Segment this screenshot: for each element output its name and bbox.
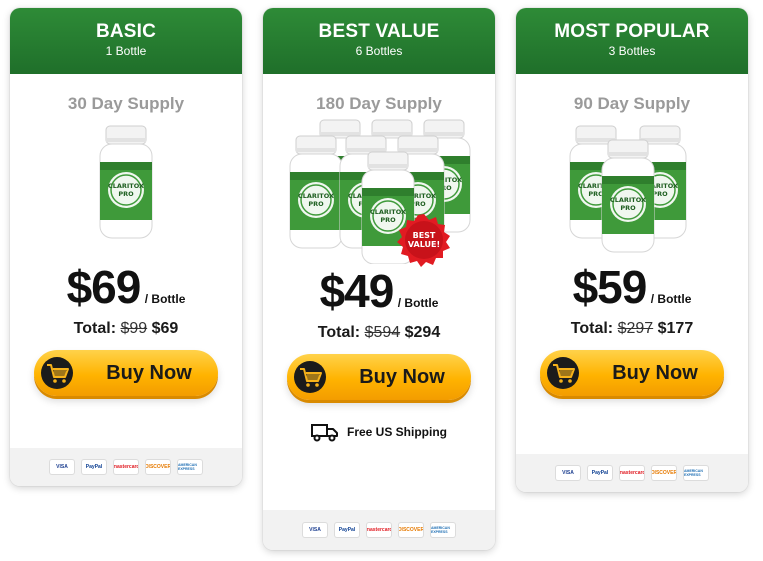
cart-icon bbox=[547, 357, 579, 389]
best-value-badge: BEST VALUE! bbox=[397, 214, 450, 267]
1-bottle-icon bbox=[99, 125, 153, 239]
original-total: $594 bbox=[364, 324, 401, 341]
plan-title: BASIC bbox=[95, 21, 157, 42]
plan-bottle-count: 3 Bottles bbox=[608, 44, 656, 58]
discover-icon: DISCOVER bbox=[146, 460, 170, 474]
visa-icon: VISA bbox=[50, 460, 74, 474]
buy-now-label: Buy Now bbox=[612, 362, 698, 384]
total-label: Total: bbox=[73, 320, 117, 337]
discounted-total: $294 bbox=[404, 324, 441, 341]
per-bottle-label: / Bottle bbox=[397, 296, 439, 310]
per-bottle-label: / Bottle bbox=[144, 292, 186, 306]
free-shipping-note: Free US Shipping bbox=[263, 422, 495, 442]
supply-label: 180 Day Supply bbox=[316, 94, 442, 113]
badge-line-2: VALUE! bbox=[408, 240, 440, 249]
cart-icon bbox=[41, 357, 73, 389]
price-row: $49 / Bottle bbox=[263, 264, 495, 318]
payment-methods: VISA PayPal mastercard DISCOVER AMERICAN… bbox=[516, 454, 748, 492]
visa-icon: VISA bbox=[556, 466, 580, 480]
plan-bottle-count: 1 Bottle bbox=[105, 44, 147, 58]
price-row: $69 / Bottle bbox=[10, 260, 242, 314]
discounted-total: $69 bbox=[151, 320, 179, 337]
total-line: Total: $99 $69 bbox=[10, 320, 242, 338]
plan-header: MOST POPULAR 3 Bottles bbox=[516, 8, 748, 74]
discover-icon: DISCOVER bbox=[399, 523, 423, 537]
total-label: Total: bbox=[317, 324, 361, 341]
amex-icon: AMERICAN EXPRESS bbox=[684, 466, 708, 480]
plan-title: MOST POPULAR bbox=[554, 21, 710, 42]
original-total: $99 bbox=[120, 320, 148, 337]
supply-label: 30 Day Supply bbox=[67, 94, 185, 113]
discover-icon: DISCOVER bbox=[652, 466, 676, 480]
mastercard-icon: mastercard bbox=[114, 460, 138, 474]
total-line: Total: $297 $177 bbox=[516, 320, 748, 338]
buy-now-label: Buy Now bbox=[359, 366, 445, 388]
payment-methods: VISA PayPal mastercard DISCOVER AMERICAN… bbox=[10, 448, 242, 486]
mastercard-icon: mastercard bbox=[620, 466, 644, 480]
plan-title: BEST VALUE bbox=[318, 21, 440, 42]
buy-now-label: Buy Now bbox=[106, 362, 192, 384]
plan-card-most-popular: MOST POPULAR 3 Bottles 90 Day Supply $59… bbox=[516, 8, 748, 492]
total-label: Total: bbox=[570, 320, 614, 337]
badge-line-1: BEST bbox=[413, 231, 436, 240]
plan-card-basic: BASIC 1 Bottle 30 Day Supply $69 / Bottl… bbox=[10, 8, 242, 486]
amex-icon: AMERICAN EXPRESS bbox=[431, 523, 455, 537]
mastercard-icon: mastercard bbox=[367, 523, 391, 537]
payment-methods: VISA PayPal mastercard DISCOVER AMERICAN… bbox=[263, 510, 495, 550]
plan-bottle-count: 6 Bottles bbox=[355, 44, 403, 58]
total-line: Total: $594 $294 bbox=[263, 324, 495, 342]
per-bottle-label: / Bottle bbox=[650, 292, 692, 306]
supply-label: 90 Day Supply bbox=[573, 94, 691, 113]
visa-icon: VISA bbox=[303, 523, 327, 537]
price-per-bottle: $49 bbox=[319, 265, 395, 317]
3-bottles-icon bbox=[569, 125, 687, 253]
price-row: $59 / Bottle bbox=[516, 260, 748, 314]
free-shipping-label: Free US Shipping bbox=[346, 425, 447, 439]
price-per-bottle: $59 bbox=[572, 261, 648, 313]
plan-header: BEST VALUE 6 Bottles bbox=[263, 8, 495, 74]
cart-icon bbox=[294, 361, 326, 393]
discounted-total: $177 bbox=[657, 320, 694, 337]
plan-header: BASIC 1 Bottle bbox=[10, 8, 242, 74]
plan-card-best-value: BEST VALUE 6 Bottles 180 Day Supply BEST… bbox=[263, 8, 495, 550]
paypal-icon: PayPal bbox=[588, 466, 612, 480]
paypal-icon: PayPal bbox=[335, 523, 359, 537]
buy-now-button[interactable]: Buy Now bbox=[287, 354, 471, 400]
buy-now-button[interactable]: Buy Now bbox=[34, 350, 218, 396]
buy-now-button[interactable]: Buy Now bbox=[540, 350, 724, 396]
paypal-icon: PayPal bbox=[82, 460, 106, 474]
amex-icon: AMERICAN EXPRESS bbox=[178, 460, 202, 474]
original-total: $297 bbox=[617, 320, 654, 337]
price-per-bottle: $69 bbox=[66, 261, 142, 313]
truck-icon bbox=[310, 424, 338, 442]
